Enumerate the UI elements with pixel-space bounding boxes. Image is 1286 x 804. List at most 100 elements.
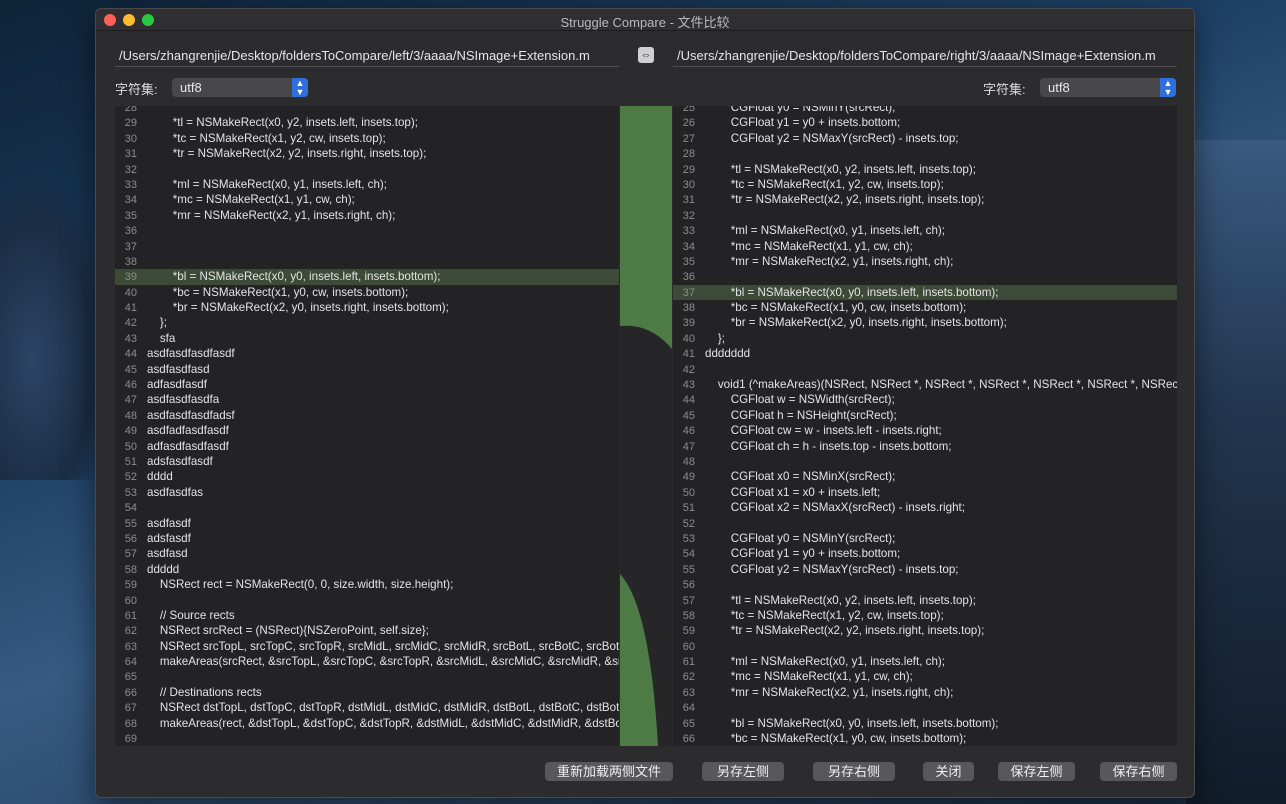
- code-line[interactable]: 42: [673, 362, 1177, 377]
- code-line[interactable]: 65 *bl = NSMakeRect(x0, y0, insets.left,…: [673, 716, 1177, 731]
- code-line[interactable]: 62 NSRect srcRect = (NSRect){NSZeroPoint…: [115, 623, 619, 638]
- code-line[interactable]: 28: [115, 106, 619, 115]
- title-bar[interactable]: Struggle Compare - 文件比较: [96, 9, 1194, 31]
- code-line[interactable]: 54 CGFloat y1 = y0 + insets.bottom;: [673, 546, 1177, 561]
- code-line[interactable]: 64 makeAreas(srcRect, &srcTopL, &srcTopC…: [115, 654, 619, 669]
- code-line[interactable]: 52 dddd: [115, 469, 619, 484]
- save-right-button[interactable]: 保存右侧: [1100, 762, 1177, 781]
- code-line[interactable]: 29 *tl = NSMakeRect(x0, y2, insets.left,…: [115, 115, 619, 130]
- code-line[interactable]: 28: [673, 146, 1177, 161]
- code-line[interactable]: 31 *tr = NSMakeRect(x2, y2, insets.right…: [115, 146, 619, 161]
- right-code-editor[interactable]: 25 CGFloat y0 = NSMinY(srcRect); 26 CGFlo…: [673, 106, 1177, 746]
- code-line[interactable]: 44 CGFloat w = NSWidth(srcRect);: [673, 392, 1177, 407]
- code-line[interactable]: 33 *ml = NSMakeRect(x0, y1, insets.left,…: [673, 223, 1177, 238]
- code-line[interactable]: 35 *mr = NSMakeRect(x2, y1, insets.right…: [115, 208, 619, 223]
- line-number: 66: [682, 733, 695, 746]
- code-line[interactable]: 29 *tl = NSMakeRect(x0, y2, insets.left,…: [673, 162, 1177, 177]
- code-line[interactable]: 32: [115, 162, 619, 177]
- right-file-path-field[interactable]: /Users/zhangrenjie/Desktop/foldersToComp…: [673, 45, 1177, 67]
- code-line[interactable]: 41 ddddddd: [673, 346, 1177, 361]
- code-line[interactable]: 62 *mc = NSMakeRect(x1, y1, cw, ch);: [673, 669, 1177, 684]
- left-code-editor[interactable]: 28 29 *tl = NSMakeRect(x0, y2, insets.lef…: [115, 106, 619, 746]
- code-line[interactable]: 61 *ml = NSMakeRect(x0, y1, insets.left,…: [673, 654, 1177, 669]
- code-line[interactable]: 53 asdfasdfas: [115, 485, 619, 500]
- code-line[interactable]: 36: [115, 223, 619, 238]
- code-line[interactable]: 38: [115, 254, 619, 269]
- code-line[interactable]: 53 CGFloat y0 = NSMinY(srcRect);: [673, 531, 1177, 546]
- close-button[interactable]: 关闭: [923, 762, 974, 781]
- code-line[interactable]: 40 };: [673, 331, 1177, 346]
- code-line[interactable]: 66 *bc = NSMakeRect(x1, y0, cw, insets.b…: [673, 731, 1177, 746]
- code-line[interactable]: 45 CGFloat h = NSHeight(srcRect);: [673, 408, 1177, 423]
- code-line[interactable]: 34 *mc = NSMakeRect(x1, y1, cw, ch);: [115, 192, 619, 207]
- code-line[interactable]: 50 adfasdfasdfasdf: [115, 439, 619, 454]
- code-line[interactable]: 35 *mr = NSMakeRect(x2, y1, insets.right…: [673, 254, 1177, 269]
- code-line[interactable]: 45 asdfasdfasd: [115, 362, 619, 377]
- code-line[interactable]: 25 CGFloat y0 = NSMinY(srcRect);: [673, 106, 1177, 115]
- code-line[interactable]: 69: [115, 731, 619, 746]
- code-line[interactable]: 59 *tr = NSMakeRect(x2, y2, insets.right…: [673, 623, 1177, 638]
- code-line[interactable]: 40 *bc = NSMakeRect(x1, y0, cw, insets.b…: [115, 285, 619, 300]
- code-line[interactable]: 41 *br = NSMakeRect(x2, y0, insets.right…: [115, 300, 619, 315]
- code-line[interactable]: 64: [673, 700, 1177, 715]
- code-line[interactable]: 48: [673, 454, 1177, 469]
- code-line[interactable]: 38 *bc = NSMakeRect(x1, y0, cw, insets.b…: [673, 300, 1177, 315]
- code-line[interactable]: 30 *tc = NSMakeRect(x1, y2, cw, insets.t…: [115, 131, 619, 146]
- code-line[interactable]: 43 void1 (^makeAreas)(NSRect, NSRect *, …: [673, 377, 1177, 392]
- code-line[interactable]: 51 adsfasdfasdf: [115, 454, 619, 469]
- code-line[interactable]: 57 asdfasd: [115, 546, 619, 561]
- code-line[interactable]: 37: [115, 239, 619, 254]
- code-line[interactable]: 58 *tc = NSMakeRect(x1, y2, cw, insets.t…: [673, 608, 1177, 623]
- code-line[interactable]: 31 *tr = NSMakeRect(x2, y2, insets.right…: [673, 192, 1177, 207]
- code-line[interactable]: 67 NSRect dstTopL, dstTopC, dstTopR, dst…: [115, 700, 619, 715]
- reload-both-button[interactable]: 重新加载两侧文件: [545, 762, 673, 781]
- code-line[interactable]: 63 *mr = NSMakeRect(x2, y1, insets.right…: [673, 685, 1177, 700]
- code-line[interactable]: 44 asdfasdfasdfasdf: [115, 346, 619, 361]
- code-line[interactable]: 27 CGFloat y2 = NSMaxY(srcRect) - insets…: [673, 131, 1177, 146]
- code-line[interactable]: 36: [673, 269, 1177, 284]
- code-line[interactable]: 34 *mc = NSMakeRect(x1, y1, cw, ch);: [673, 239, 1177, 254]
- code-line[interactable]: 48 asdfasdfasdfadsf: [115, 408, 619, 423]
- code-line[interactable]: 47 CGFloat ch = h - insets.top - insets.…: [673, 439, 1177, 454]
- save-left-as-button[interactable]: 另存左侧: [702, 762, 784, 781]
- line-number: 54: [124, 502, 137, 515]
- code-line[interactable]: 56: [673, 577, 1177, 592]
- code-line[interactable]: 39 *bl = NSMakeRect(x0, y0, insets.left,…: [115, 269, 619, 285]
- code-line[interactable]: 51 CGFloat x2 = NSMaxX(srcRect) - insets…: [673, 500, 1177, 515]
- code-line[interactable]: 55 CGFloat y2 = NSMaxY(srcRect) - insets…: [673, 562, 1177, 577]
- code-line[interactable]: 47 asdfasdfasdfa: [115, 392, 619, 407]
- code-line[interactable]: 46 CGFloat cw = w - insets.left - insets…: [673, 423, 1177, 438]
- code-line[interactable]: 60: [115, 593, 619, 608]
- code-line[interactable]: 60: [673, 639, 1177, 654]
- code-line[interactable]: 56 adsfasdf: [115, 531, 619, 546]
- right-charset-select[interactable]: utf8 ▲ ▼: [1040, 78, 1176, 97]
- code-line[interactable]: 37 *bl = NSMakeRect(x0, y0, insets.left,…: [673, 284, 1177, 301]
- code-line[interactable]: 59 NSRect rect = NSMakeRect(0, 0, size.w…: [115, 577, 619, 592]
- code-line[interactable]: 55 asdfasdf: [115, 516, 619, 531]
- swap-sides-button[interactable]: ⇔: [638, 47, 654, 63]
- code-line[interactable]: 52: [673, 516, 1177, 531]
- code-line[interactable]: 68 makeAreas(rect, &dstTopL, &dstTopC, &…: [115, 716, 619, 731]
- code-line[interactable]: 50 CGFloat x1 = x0 + insets.left;: [673, 485, 1177, 500]
- code-line[interactable]: 57 *tl = NSMakeRect(x0, y2, insets.left,…: [673, 593, 1177, 608]
- code-line[interactable]: 39 *br = NSMakeRect(x2, y0, insets.right…: [673, 315, 1177, 330]
- code-line[interactable]: 63 NSRect srcTopL, srcTopC, srcTopR, src…: [115, 639, 619, 654]
- left-charset-select[interactable]: utf8 ▲ ▼: [172, 78, 308, 97]
- left-file-path-field[interactable]: /Users/zhangrenjie/Desktop/foldersToComp…: [115, 45, 619, 67]
- code-line[interactable]: 43 sfa: [115, 331, 619, 346]
- code-line[interactable]: 49 asdfadfasdfasdf: [115, 423, 619, 438]
- code-line[interactable]: 32: [673, 208, 1177, 223]
- code-line[interactable]: 54: [115, 500, 619, 515]
- save-right-as-button[interactable]: 另存右侧: [813, 762, 895, 781]
- code-line[interactable]: 33 *ml = NSMakeRect(x0, y1, insets.left,…: [115, 177, 619, 192]
- code-line[interactable]: 49 CGFloat x0 = NSMinX(srcRect);: [673, 469, 1177, 484]
- code-line[interactable]: 30 *tc = NSMakeRect(x1, y2, cw, insets.t…: [673, 177, 1177, 192]
- code-line[interactable]: 58 ddddd: [115, 562, 619, 577]
- code-line[interactable]: 46 adfasdfasdf: [115, 377, 619, 392]
- code-line[interactable]: 66 // Destinations rects: [115, 685, 619, 700]
- code-line[interactable]: 26 CGFloat y1 = y0 + insets.bottom;: [673, 115, 1177, 130]
- code-line[interactable]: 65: [115, 669, 619, 684]
- code-line[interactable]: 42 };: [115, 315, 619, 330]
- code-line[interactable]: 61 // Source rects: [115, 608, 619, 623]
- save-left-button[interactable]: 保存左侧: [998, 762, 1075, 781]
